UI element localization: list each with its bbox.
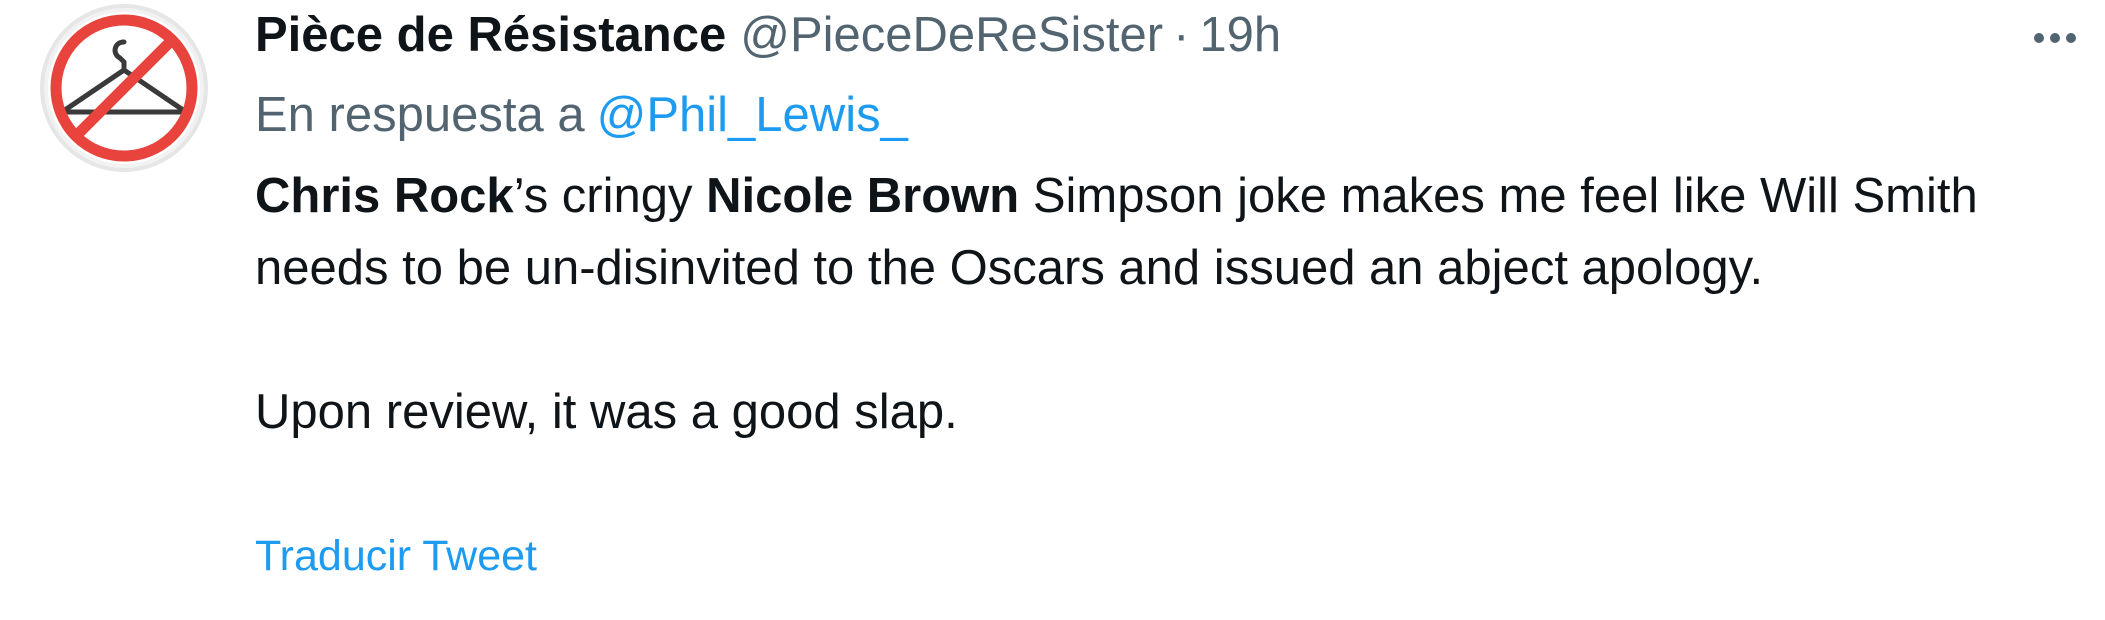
tweet-timestamp[interactable]: 19h [1199,8,1281,62]
more-dot [2034,33,2044,43]
tweet-text-segment: ’s cringy [513,169,707,223]
author-display-name[interactable]: Pièce de Résistance [255,8,726,62]
more-dot [2066,33,2076,43]
reply-mention-link[interactable]: @Phil_Lewis_ [597,88,908,142]
tweet-header: Pièce de Résistance @PieceDeReSister · 19h [255,4,1281,66]
entity-chris-rock: Chris Rock [255,169,514,223]
more-options-icon[interactable] [2015,20,2095,56]
author-handle[interactable]: @PieceDeReSister [740,8,1163,62]
entity-nicole-brown: Nicole Brown [706,169,1020,223]
translate-tweet-link[interactable]: Traducir Tweet [255,528,537,584]
reply-prefix: En respuesta a [255,88,585,142]
separator-dot: · [1173,8,1190,62]
tweet-paragraph: Upon review, it was a good slap. [255,385,958,439]
more-dot [2050,33,2060,43]
reply-context: En respuesta a @Phil_Lewis_ [255,84,908,146]
tweet-card[interactable]: Pièce de Résistance @PieceDeReSister · 19h … [0,0,2105,620]
tweet-text: Chris Rock’s cringy Nicole Brown Simpson… [255,160,2055,448]
tweet-paragraph: Chris Rock’s cringy Nicole Brown Simpson… [255,160,2055,304]
crossed-hanger-icon [48,12,200,164]
avatar[interactable] [44,8,204,168]
